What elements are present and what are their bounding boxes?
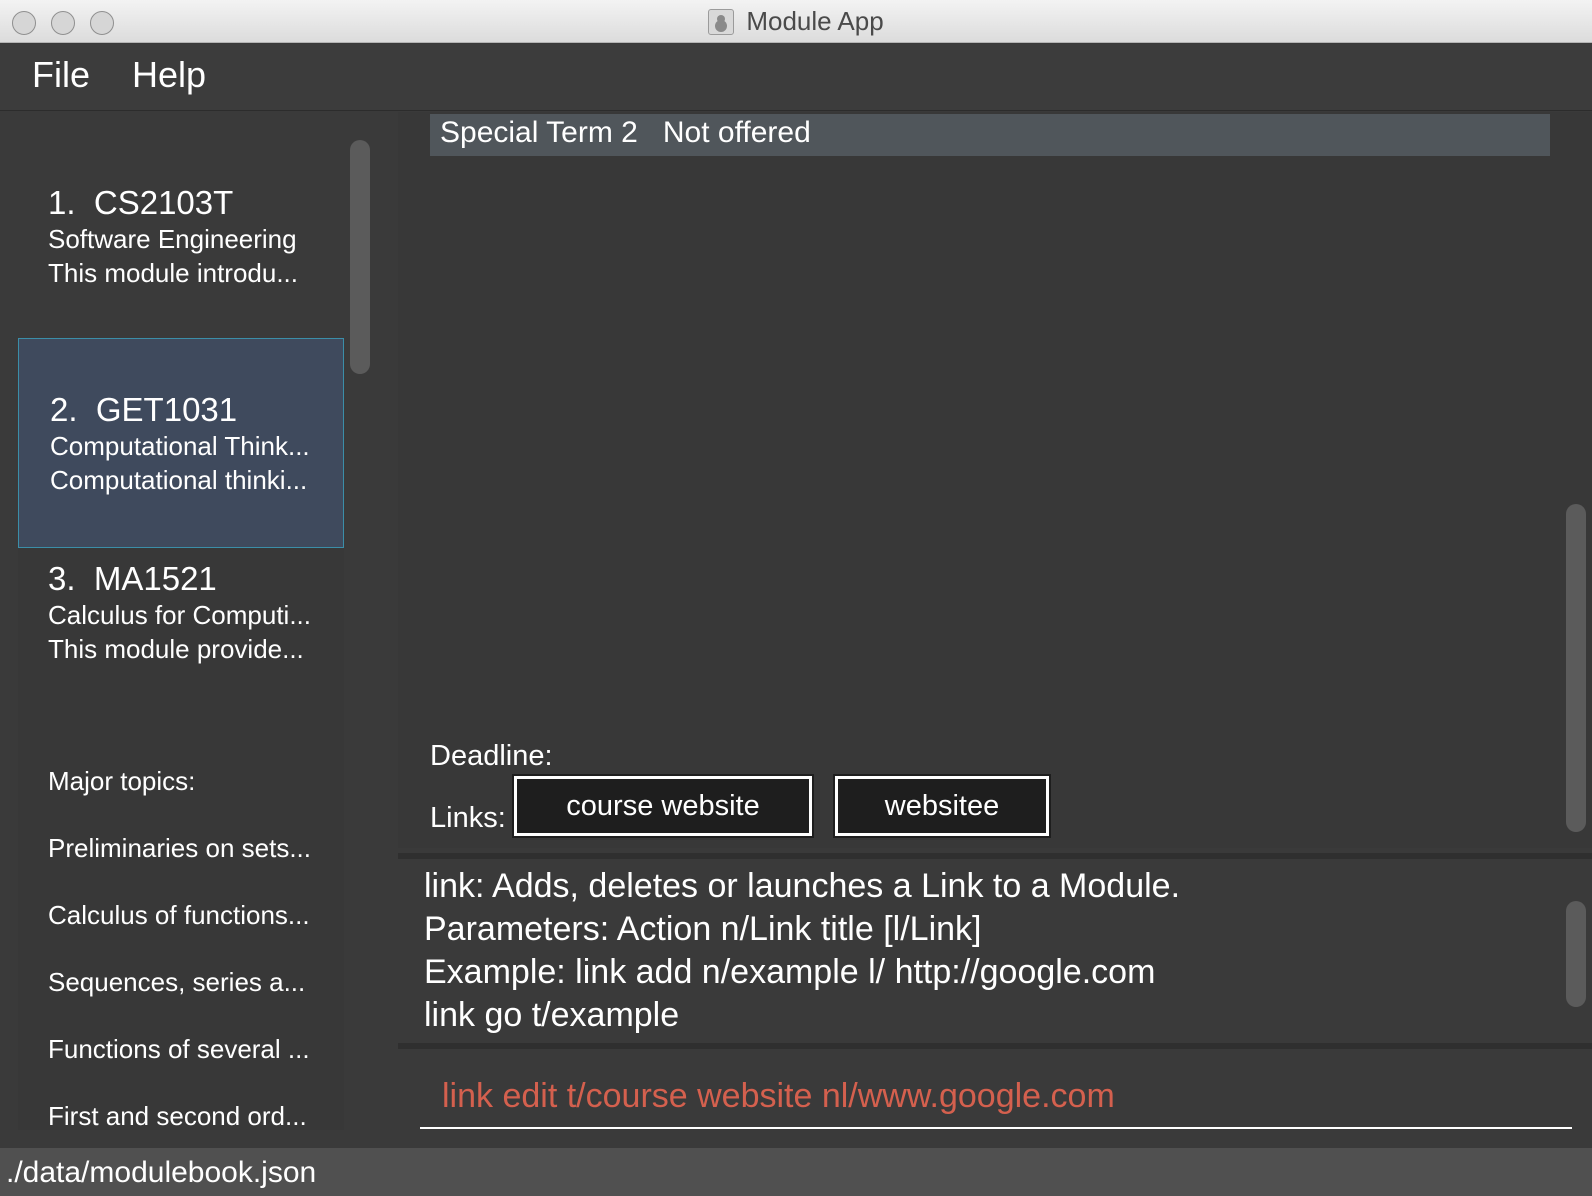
module-heading: 1. CS2103T: [48, 184, 233, 222]
menu-help[interactable]: Help: [132, 54, 206, 96]
topic-item: First and second ord...: [48, 1101, 307, 1130]
module-list-panel: 1. CS2103T Software Engineering This mod…: [0, 112, 393, 1148]
module-name: Calculus for Computi...: [48, 600, 311, 630]
topic-item: Sequences, series a...: [48, 967, 306, 997]
menu-file[interactable]: File: [32, 54, 90, 96]
result-line: Parameters: Action n/Link title [l/Link]: [424, 910, 982, 948]
links-label: Links:: [430, 802, 506, 834]
module-detail-panel: Special Term 2 Not offered Deadline: Lin…: [398, 112, 1592, 848]
offering-row: Special Term 2 Not offered: [430, 114, 1550, 156]
result-scrollbar[interactable]: [1566, 901, 1586, 1007]
topic-item: Calculus of functions...: [48, 900, 310, 930]
result-display: link: Adds, deletes or launches a Link t…: [398, 853, 1592, 1049]
offering-status: Not offered: [662, 116, 811, 149]
menu-bar: File Help: [0, 44, 1592, 111]
module-heading: 2. GET1031: [50, 391, 237, 429]
module-description: Computational thinki...: [50, 465, 308, 495]
module-code: GET1031: [95, 391, 238, 428]
topic-item: Preliminaries on sets...: [48, 833, 311, 863]
module-card-selected[interactable]: 2. GET1031 Computational Think... Comput…: [18, 338, 344, 548]
offering-text: Special Term 2 Not offered: [440, 116, 811, 150]
module-index: 1.: [48, 184, 76, 221]
app-icon: [708, 8, 735, 35]
module-heading: 3. MA1521: [48, 560, 217, 598]
module-card[interactable]: 1. CS2103T Software Engineering This mod…: [18, 132, 344, 342]
module-code: MA1521: [93, 560, 217, 597]
module-name: Software Engineering: [48, 224, 297, 254]
deadline-label: Deadline:: [430, 740, 553, 772]
result-line: link go t/example: [424, 996, 680, 1034]
module-code: CS2103T: [93, 184, 234, 221]
command-input[interactable]: [420, 1065, 1572, 1129]
result-line: Example: link add n/example l/ http://go…: [424, 953, 1156, 991]
module-list[interactable]: 1. CS2103T Software Engineering This mod…: [18, 132, 344, 1130]
topic-item: Functions of several ...: [48, 1034, 310, 1064]
module-name: Computational Think...: [50, 431, 310, 461]
command-box: [398, 1051, 1592, 1146]
link-button-websitee[interactable]: websitee: [833, 774, 1051, 838]
window-title: Module App: [746, 6, 884, 36]
result-line: link: Adds, deletes or launches a Link t…: [424, 867, 1181, 905]
link-button-course-website[interactable]: course website: [512, 774, 814, 838]
offering-term: Special Term 2: [440, 116, 638, 149]
module-list-scrollbar[interactable]: [350, 140, 370, 374]
topics-heading: Major topics:: [48, 766, 196, 796]
status-bar: ./data/modulebook.json: [0, 1148, 1592, 1196]
title-bar: Module App: [0, 0, 1592, 43]
save-location-path: ./data/modulebook.json: [6, 1156, 317, 1189]
detail-scrollbar[interactable]: [1566, 504, 1586, 832]
module-description: This module introdu...: [48, 258, 299, 288]
module-card[interactable]: 3. MA1521 Calculus for Computi... This m…: [18, 548, 344, 738]
module-description: This module provide...: [48, 634, 304, 664]
module-index: 3.: [48, 560, 76, 597]
module-index: 2.: [50, 391, 78, 428]
